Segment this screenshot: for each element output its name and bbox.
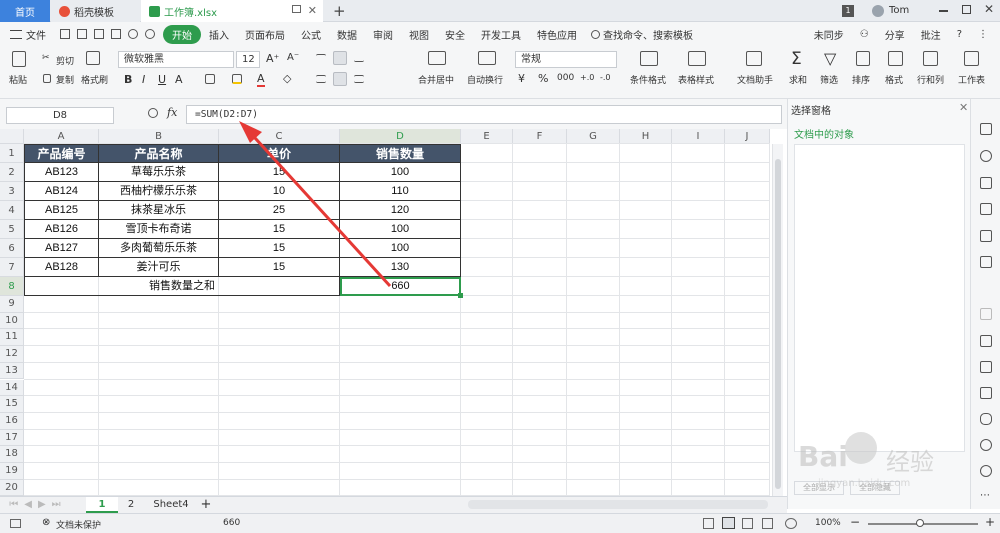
export-icon[interactable]: [980, 361, 992, 373]
selection-pane: 选择窗格 ✕ 文档中的对象 全部显示 全部隐藏: [787, 99, 970, 509]
page-break-view-icon[interactable]: [762, 518, 773, 529]
sheet-tab-sheet4[interactable]: Sheet4: [146, 497, 196, 513]
show-all-button[interactable]: 全部显示: [794, 481, 844, 495]
hide-all-button[interactable]: 全部隐藏: [850, 481, 900, 495]
pane-close-icon[interactable]: ✕: [959, 101, 968, 114]
sheet-nav-icons[interactable]: ⏮◀▶⏭: [8, 497, 68, 513]
sheet-status-icon[interactable]: [10, 519, 21, 528]
help-icon[interactable]: [980, 465, 992, 477]
more-sidebar-icon[interactable]: ⋯: [980, 491, 992, 503]
select-cursor-icon[interactable]: [980, 123, 992, 135]
normal-view-icon[interactable]: [722, 517, 735, 529]
history-icon[interactable]: [980, 439, 992, 451]
table-icon[interactable]: [980, 203, 992, 215]
horizontal-scrollbar[interactable]: [468, 500, 768, 509]
protect-icon: ⊗: [42, 517, 51, 528]
protection-status[interactable]: 文档未保护: [56, 518, 101, 531]
pen-icon[interactable]: [980, 177, 992, 189]
eye-protect-icon[interactable]: [703, 518, 714, 529]
pane-title: 选择窗格: [791, 106, 831, 117]
zoom-in-button[interactable]: +: [985, 515, 995, 529]
comment-icon[interactable]: [980, 335, 992, 347]
sheet-tab-bar: ⏮◀▶⏭ 1 2 Sheet4 +: [0, 496, 787, 513]
apps-icon[interactable]: [980, 230, 992, 242]
zoom-slider-handle[interactable]: [916, 519, 924, 527]
objects-list[interactable]: [794, 144, 965, 452]
image-icon[interactable]: [980, 387, 992, 399]
add-sheet-button[interactable]: +: [198, 497, 214, 513]
sheet-tab-1[interactable]: 1: [86, 497, 118, 513]
shapes-icon[interactable]: [980, 150, 992, 162]
zoom-level[interactable]: 100%: [815, 518, 841, 528]
sheet-tab-2[interactable]: 2: [118, 497, 144, 513]
zoom-out-button[interactable]: −: [850, 515, 860, 529]
page-layout-view-icon[interactable]: [742, 518, 753, 529]
pane-objects-label: 文档中的对象: [794, 130, 854, 141]
shield-icon[interactable]: [980, 413, 992, 425]
status-bar: ⊗ 文档未保护 660 100% − +: [0, 513, 1000, 533]
chart-icon[interactable]: [980, 256, 992, 268]
right-sidebar: ⋯: [970, 99, 1000, 509]
reading-mode-icon[interactable]: [785, 518, 797, 529]
grid-layout-icon[interactable]: [980, 308, 992, 320]
sum-readout[interactable]: 660: [223, 518, 240, 528]
